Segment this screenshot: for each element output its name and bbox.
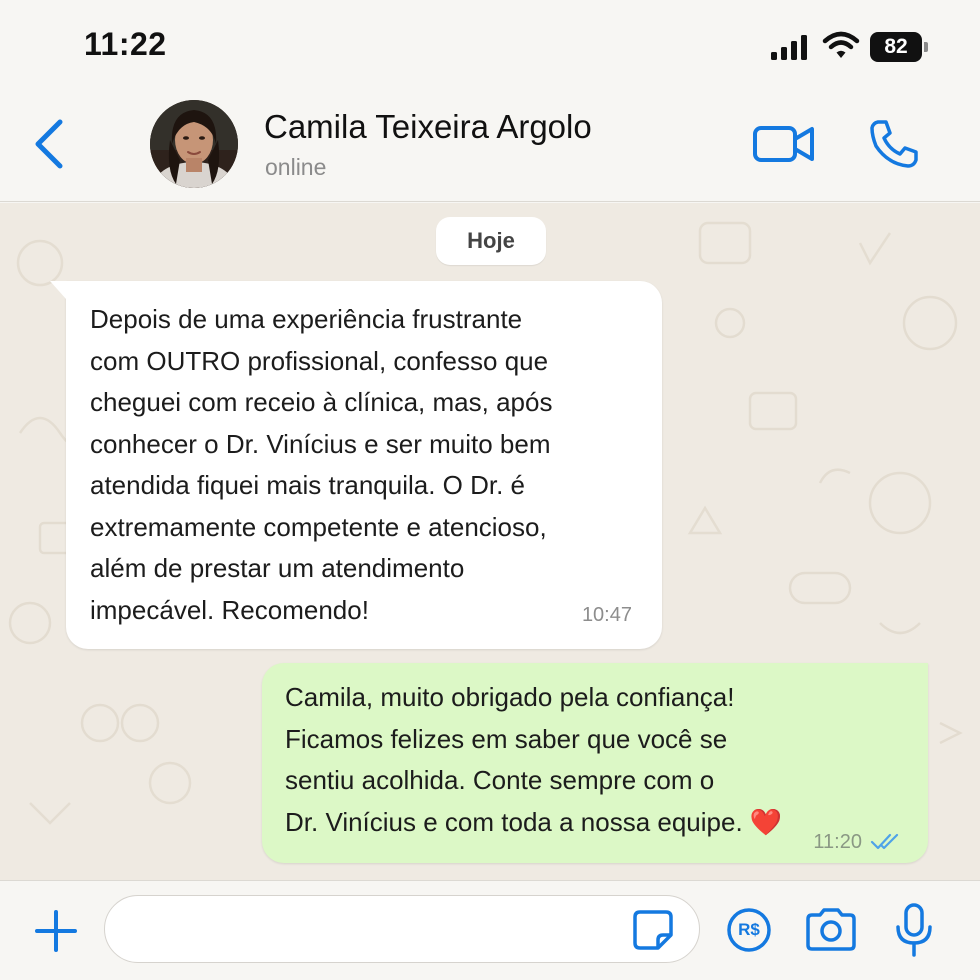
battery-icon: 82 — [870, 32, 928, 62]
chevron-left-icon — [35, 119, 63, 169]
message-line: além de prestar um atendimento — [90, 553, 465, 583]
back-button[interactable] — [30, 118, 70, 170]
contact-name[interactable]: Camila Teixeira Argolo — [264, 108, 592, 146]
message-text: Camila, muito obrigado pela confiança! F… — [285, 677, 885, 843]
message-text: Depois de uma experiência frustrante com… — [90, 299, 650, 631]
message-time: 11:20 — [813, 830, 862, 853]
video-call-button[interactable] — [752, 122, 816, 166]
message-input[interactable] — [104, 895, 700, 963]
message-time: 10:47 — [581, 604, 632, 626]
wifi-icon — [822, 31, 860, 58]
signal-icon — [771, 35, 807, 60]
camera-button[interactable] — [804, 907, 858, 953]
bubble-tail — [50, 281, 66, 299]
date-separator: Hoje — [436, 217, 546, 265]
microphone-icon — [896, 903, 932, 957]
avatar-image — [150, 100, 238, 188]
message-meta: 11:20 — [813, 829, 904, 855]
battery-tip — [924, 42, 928, 52]
message-line: Depois de uma experiência frustrante — [90, 304, 523, 334]
status-time: 11:22 — [84, 26, 167, 62]
plus-icon — [35, 910, 77, 952]
message-line: cheguei com receio à clínica, mas, após — [90, 387, 553, 417]
incoming-message[interactable]: Depois de uma experiência frustrante com… — [50, 281, 662, 649]
status-bar: 11:22 82 — [0, 0, 980, 92]
sticker-button[interactable] — [632, 909, 674, 951]
attach-button[interactable] — [34, 909, 78, 953]
message-line: Camila, muito obrigado pela confiança! — [285, 682, 735, 712]
contact-avatar[interactable] — [150, 100, 238, 188]
contact-status: online — [265, 154, 327, 180]
payment-label: R$ — [738, 920, 760, 939]
chat-header: Camila Teixeira Argolo online — [0, 92, 980, 202]
outgoing-message[interactable]: Camila, muito obrigado pela confiança! F… — [262, 663, 928, 863]
message-line: com OUTRO profissional, confesso que — [90, 345, 549, 376]
voice-call-button[interactable] — [868, 118, 920, 170]
battery-level: 82 — [870, 32, 922, 62]
phone-icon — [870, 120, 918, 168]
message-line: Ficamos felizes em saber que você se — [285, 723, 728, 754]
message-line: sentiu acolhida. Conte sempre com o — [285, 765, 715, 795]
message-line: extremamente competente e atencioso, — [90, 511, 547, 542]
message-line: Dr. Vinícius e com toda a nossa equipe. … — [285, 806, 783, 837]
microphone-button[interactable] — [894, 903, 934, 959]
sticker-icon — [633, 910, 673, 950]
video-camera-icon — [753, 126, 814, 162]
camera-icon — [806, 908, 856, 951]
message-line: impecável. Recomendo! — [90, 594, 369, 625]
payment-button[interactable]: R$ — [726, 907, 772, 953]
input-bar: R$ — [0, 880, 980, 980]
double-check-icon — [870, 833, 899, 850]
message-line: atendida fiquei mais tranquila. O Dr. é — [90, 470, 526, 500]
chat-area[interactable]: Hoje Depois de uma experiência frustrant… — [0, 203, 980, 880]
message-line: conhecer o Dr. Vinícius e ser muito bem — [90, 428, 551, 459]
